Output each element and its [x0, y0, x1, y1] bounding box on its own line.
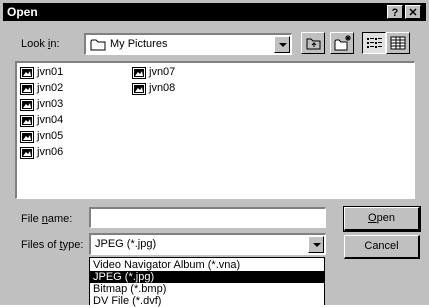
image-file-icon: [20, 67, 34, 79]
new-folder-icon: [334, 35, 351, 51]
file-name: jvn02: [37, 82, 64, 94]
files-of-type-combo[interactable]: JPEG (*.jpg): [89, 233, 326, 255]
look-in-label: Look in:: [21, 38, 60, 50]
up-one-level-icon: [306, 38, 321, 50]
file-name-field[interactable]: [89, 207, 326, 228]
list-view-icon: [367, 38, 382, 48]
file-name: jvn06: [37, 146, 64, 158]
folder-icon: [90, 39, 106, 51]
close-button[interactable]: ✕: [405, 5, 421, 19]
file-name: jvn04: [37, 114, 64, 126]
file-name: jvn05: [37, 130, 64, 142]
file-name: jvn01: [37, 66, 64, 78]
new-folder-button[interactable]: [330, 32, 354, 54]
file-type-option[interactable]: DV File (*.dvf): [90, 295, 324, 307]
image-file-icon: [20, 99, 34, 111]
open-button[interactable]: Open: [343, 206, 421, 232]
file-name-label: File name:: [21, 213, 73, 225]
image-file-icon: [20, 83, 34, 95]
file-type-option[interactable]: JPEG (*.jpg): [90, 271, 324, 283]
image-file-icon: [20, 147, 34, 159]
files-of-type-value: JPEG (*.jpg): [95, 238, 157, 250]
look-in-value: My Pictures: [110, 38, 168, 50]
look-in-dropdown-button[interactable]: [274, 36, 290, 53]
file-type-option[interactable]: Bitmap (*.bmp): [90, 283, 324, 295]
window-title: Open: [7, 5, 38, 19]
look-in-combo[interactable]: My Pictures: [84, 33, 292, 55]
cancel-button[interactable]: Cancel: [344, 235, 420, 259]
file-name: jvn07: [149, 66, 176, 78]
file-name: jvn08: [149, 82, 176, 94]
file-name: jvn03: [37, 98, 64, 110]
image-file-icon: [132, 83, 146, 95]
image-file-icon: [20, 115, 34, 127]
title-bar: Open ? ✕: [3, 3, 426, 21]
details-view-button[interactable]: [386, 32, 410, 54]
image-file-icon: [20, 131, 34, 143]
help-button[interactable]: ?: [387, 5, 403, 19]
list-view-button[interactable]: [362, 32, 386, 54]
image-file-icon: [132, 67, 146, 79]
files-of-type-dropdown-list: Video Navigator Album (*.vna) JPEG (*.jpg…: [89, 257, 325, 307]
files-of-type-label: Files of type:: [21, 239, 84, 251]
files-of-type-dropdown-button[interactable]: [308, 236, 324, 253]
file-type-option[interactable]: Video Navigator Album (*.vna): [90, 259, 324, 271]
file-list[interactable]: jvn01 jvn02 jvn03 jvn04 jvn05 jvn06 jvn07 jvn08: [15, 61, 415, 199]
up-one-level-button[interactable]: [301, 32, 325, 54]
details-view-icon: [390, 36, 406, 50]
